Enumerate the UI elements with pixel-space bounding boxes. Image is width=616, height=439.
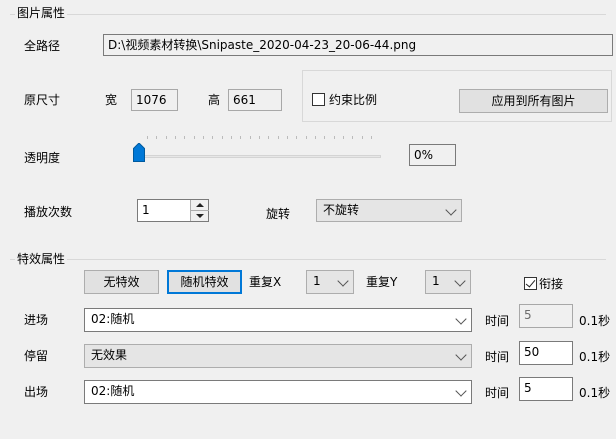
exit-time-label: 时间 [485,386,510,400]
link-label: 衔接 [539,277,564,291]
stay-effect-select[interactable]: 无效果 [84,344,472,368]
slider-tick [203,136,204,139]
keep-ratio-checkbox[interactable] [312,93,325,106]
repeat-y-value: 1 [432,274,440,288]
slider-tick [175,136,176,139]
no-effect-button[interactable]: 无特效 [84,270,159,294]
exit-effect-select[interactable]: 02:随机 [84,380,472,404]
chevron-down-icon [454,275,466,287]
slider-tick [212,136,214,139]
repeat-x-label: 重复X [249,275,282,289]
opacity-value: 0% [409,144,456,166]
slider-tick [315,136,316,139]
slider-tick [296,136,298,139]
stay-time-input[interactable]: 50 [519,341,573,365]
slider-tick [287,136,288,139]
play-count-label: 播放次数 [24,205,73,219]
repeat-x-select[interactable]: 1 [306,270,354,294]
slider-tick [361,136,363,139]
slider-tick [147,136,148,139]
image-props-title: 图片属性 [15,6,68,20]
chevron-down-icon [337,275,349,287]
opacity-slider-thumb[interactable] [133,143,145,162]
slider-tick [277,136,279,139]
effect-props-group-border [10,259,606,260]
slider-tick [156,136,158,139]
stay-label: 停留 [24,349,49,363]
exit-effect-value: 02:随机 [91,384,135,398]
repeat-y-label: 重复Y [366,275,398,289]
keep-ratio-label: 约束比例 [329,93,378,107]
rotate-select-value: 不旋转 [323,203,360,217]
slider-tick [343,136,344,139]
spin-down-icon[interactable] [196,214,204,218]
slider-tick [240,136,242,139]
play-count-spinner[interactable] [190,200,209,221]
width-field[interactable]: 1076 [131,89,178,111]
slider-tick [268,136,270,139]
enter-label: 进场 [24,313,49,327]
slider-tick [324,136,326,139]
enter-time-label: 时间 [485,314,510,328]
height-label: 高 [208,93,221,107]
image-props-group-border [10,14,606,15]
orig-size-label: 原尺寸 [24,93,61,107]
rotate-select[interactable]: 不旋转 [316,199,462,222]
rotate-label: 旋转 [266,207,291,221]
opacity-label: 透明度 [24,151,61,165]
slider-tick [352,136,354,139]
repeat-y-select[interactable]: 1 [425,270,471,294]
enter-effect-value: 02:随机 [91,312,135,326]
chevron-down-icon [455,313,467,325]
spin-up-icon[interactable] [196,203,204,207]
enter-time-unit: 0.1秒 [579,314,611,328]
effect-props-title: 特效属性 [15,252,68,266]
slider-tick [184,136,186,139]
exit-label: 出场 [24,385,49,399]
stay-effect-value: 无效果 [91,348,128,362]
enter-effect-select[interactable]: 02:随机 [84,308,472,332]
slider-tick [193,136,195,139]
link-checkbox[interactable] [524,277,537,290]
height-field[interactable]: 661 [228,89,282,111]
opacity-slider-ticks [147,136,372,140]
slider-tick [259,136,260,139]
chevron-down-icon [455,349,467,361]
slider-tick [249,136,251,139]
fullpath-field[interactable]: D:\视频素材转换\Snipaste_2020-04-23_20-06-44.p… [103,34,613,56]
chevron-down-icon [455,385,467,397]
stay-time-label: 时间 [485,350,510,364]
width-label: 宽 [105,93,118,107]
slider-tick [165,136,167,139]
stay-time-unit: 0.1秒 [579,350,611,364]
slider-tick [221,136,223,139]
slider-tick [231,136,232,139]
repeat-x-value: 1 [313,274,321,288]
slider-tick [371,136,372,139]
random-effect-button[interactable]: 随机特效 [167,270,242,294]
slider-tick [333,136,335,139]
fullpath-label: 全路径 [24,39,61,53]
exit-time-unit: 0.1秒 [579,386,611,400]
slider-tick [305,136,307,139]
enter-time-input[interactable]: 5 [519,304,573,328]
exit-time-input[interactable]: 5 [519,377,573,401]
chevron-down-icon [445,204,457,216]
apply-all-button[interactable]: 应用到所有图片 [459,89,608,113]
opacity-slider-track[interactable] [137,155,381,158]
